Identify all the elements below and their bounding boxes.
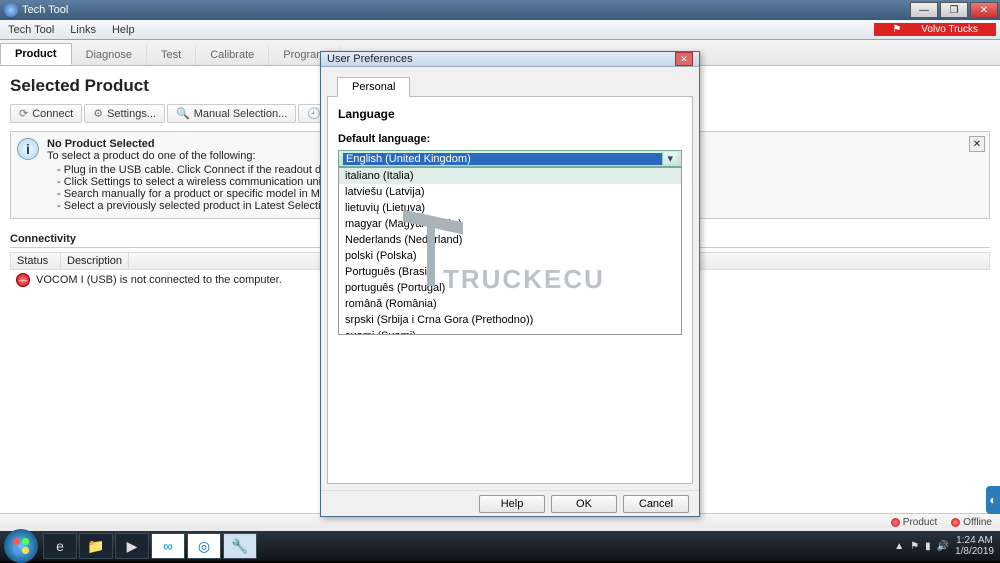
brand-flag: ⚑ Volvo Trucks: [874, 23, 996, 36]
user-preferences-dialog: User Preferences ✕ Personal Language Def…: [320, 51, 700, 517]
dialog-titlebar[interactable]: User Preferences ✕: [321, 52, 699, 67]
maximize-button[interactable]: ❐: [940, 2, 968, 18]
tab-diagnose[interactable]: Diagnose: [72, 45, 147, 65]
connect-icon: ⟳: [19, 107, 28, 120]
tray-volume-icon[interactable]: 🔊: [937, 541, 949, 552]
system-tray: ▲ ⚑ ▮ 🔊 1:24 AM 1/8/2019: [894, 535, 1000, 557]
list-item[interactable]: magyar (Magyarország): [339, 216, 681, 232]
row-description: VOCOM I (USB) is not connected to the co…: [36, 274, 282, 286]
language-combobox[interactable]: English (United Kingdom) ▾: [338, 150, 682, 167]
cancel-button[interactable]: Cancel: [623, 495, 689, 513]
list-item[interactable]: português (Portugal): [339, 280, 681, 296]
taskbar-teamviewer-icon[interactable]: ◎: [187, 533, 221, 559]
gear-icon: ⚙: [93, 107, 103, 120]
tab-test[interactable]: Test: [147, 45, 196, 65]
language-heading: Language: [338, 107, 682, 121]
chevron-down-icon: ▾: [662, 152, 677, 165]
tab-calibrate[interactable]: Calibrate: [196, 45, 269, 65]
info-icon: i: [17, 138, 39, 160]
tray-network-icon[interactable]: ▮: [925, 541, 931, 552]
clock-time: 1:24 AM: [955, 535, 994, 546]
list-item[interactable]: suomi (Suomi): [339, 328, 681, 335]
dialog-button-row: Help OK Cancel: [321, 490, 699, 516]
start-button[interactable]: [4, 529, 38, 563]
default-language-label: Default language:: [338, 133, 430, 145]
dialog-title: User Preferences: [327, 53, 413, 65]
list-item[interactable]: srpski (Srbija i Crna Gora (Prethodno)): [339, 312, 681, 328]
col-status: Status: [11, 253, 61, 269]
minimize-button[interactable]: —: [910, 2, 938, 18]
language-listbox[interactable]: TRUCKECU italiano (Italia) latviešu (Lat…: [338, 167, 682, 335]
tray-action-icon[interactable]: ⚑: [910, 541, 919, 552]
close-button[interactable]: ✕: [970, 2, 998, 18]
window-title: Tech Tool: [22, 4, 68, 16]
menu-links[interactable]: Links: [62, 24, 104, 36]
list-item[interactable]: lietuvių (Lietuva): [339, 200, 681, 216]
info-intro: To select a product do one of the follow…: [47, 150, 256, 162]
status-error-icon: [16, 273, 30, 287]
flag-icon: ⚑: [884, 24, 909, 35]
menubar: Tech Tool Links Help ⚑ Volvo Trucks: [0, 20, 1000, 40]
combobox-selected: English (United Kingdom): [343, 153, 662, 165]
taskbar-media-icon[interactable]: ▶: [115, 533, 149, 559]
tray-flag-icon[interactable]: ▲: [894, 541, 904, 552]
menu-techtool[interactable]: Tech Tool: [0, 24, 62, 36]
list-item[interactable]: Português (Brasil): [339, 264, 681, 280]
taskbar-explorer-icon[interactable]: 📁: [79, 533, 113, 559]
taskbar-app1-icon[interactable]: ∞: [151, 533, 185, 559]
manual-selection-button[interactable]: 🔍Manual Selection...: [167, 104, 296, 123]
dialog-tab-panel: Language Default language: English (Unit…: [327, 96, 693, 484]
clock-date: 1/8/2019: [955, 546, 994, 557]
help-button[interactable]: Help: [479, 495, 545, 513]
clock-icon: 🕘: [307, 107, 321, 120]
list-item[interactable]: română (România): [339, 296, 681, 312]
taskbar-techtool-icon[interactable]: 🔧: [223, 533, 257, 559]
menu-help[interactable]: Help: [104, 24, 143, 36]
tab-product[interactable]: Product: [0, 43, 72, 65]
list-item[interactable]: italiano (Italia): [339, 168, 681, 184]
brand-flag-label: Volvo Trucks: [913, 24, 986, 35]
list-item[interactable]: Nederlands (Nederland): [339, 232, 681, 248]
taskbar: e 📁 ▶ ∞ ◎ 🔧 ▲ ⚑ ▮ 🔊 1:24 AM 1/8/2019: [0, 531, 1000, 561]
settings-button[interactable]: ⚙Settings...: [84, 104, 165, 123]
col-description: Description: [61, 253, 129, 269]
product-led-icon: [891, 518, 900, 527]
ok-button[interactable]: OK: [551, 495, 617, 513]
taskbar-ie-icon[interactable]: e: [43, 533, 77, 559]
list-item[interactable]: polski (Polska): [339, 248, 681, 264]
offline-led-icon: [951, 518, 960, 527]
connect-button[interactable]: ⟳Connect: [10, 104, 82, 123]
window-titlebar: Tech Tool — ❐ ✕: [0, 0, 1000, 20]
list-item[interactable]: latviešu (Latvija): [339, 184, 681, 200]
taskbar-clock[interactable]: 1:24 AM 1/8/2019: [955, 535, 994, 557]
tab-personal[interactable]: Personal: [337, 77, 410, 97]
dialog-close-button[interactable]: ✕: [675, 52, 693, 66]
status-product: Product: [903, 517, 937, 528]
app-icon: [4, 3, 18, 17]
info-close-button[interactable]: ✕: [969, 136, 985, 152]
status-offline: Offline: [963, 517, 992, 528]
side-widget[interactable]: ◐: [986, 486, 1000, 514]
search-icon: 🔍: [176, 107, 190, 120]
